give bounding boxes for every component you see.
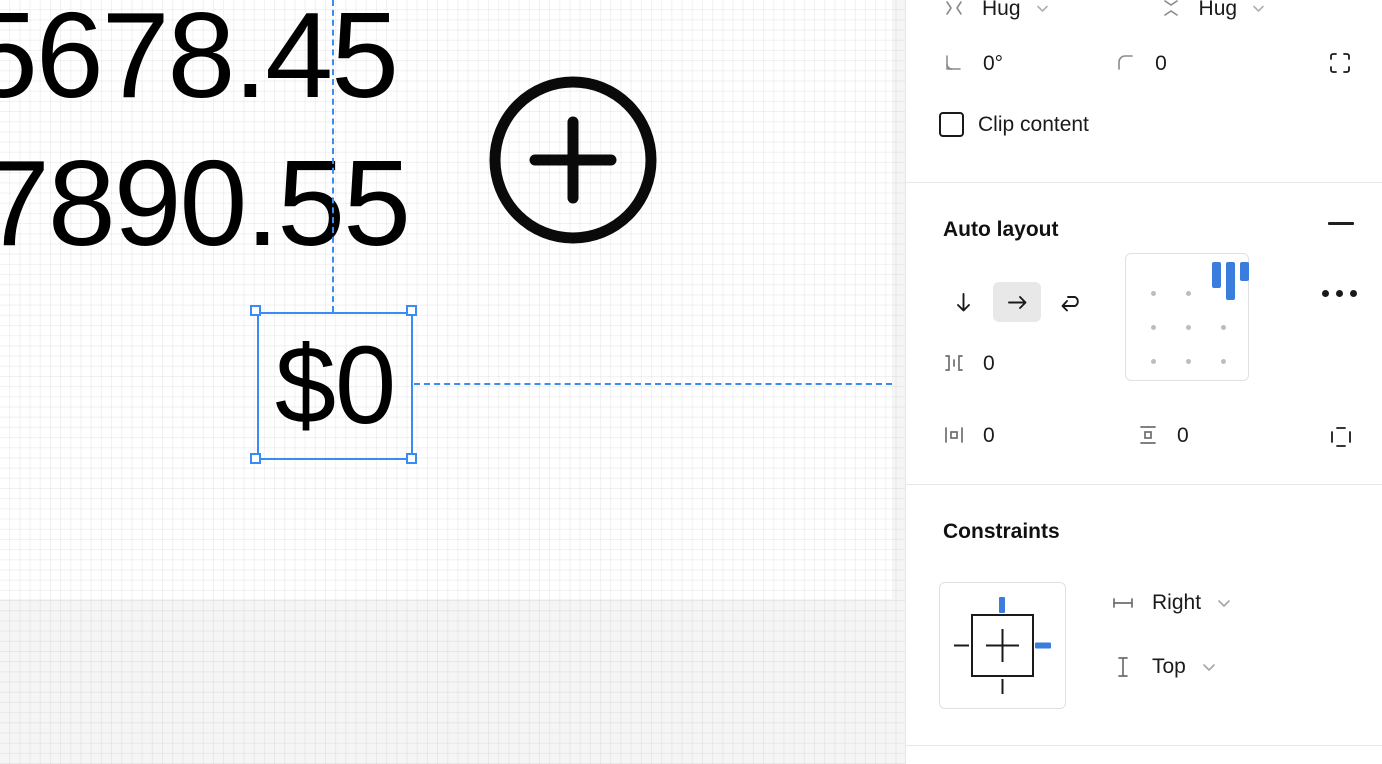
corner-radius-icon — [1111, 48, 1141, 78]
rotation-angle-icon — [939, 48, 969, 78]
vertical-constraint-value: Top — [1152, 655, 1186, 678]
layout-direction-group — [939, 282, 1095, 322]
vertical-constraint-field[interactable]: Top — [1108, 652, 1218, 682]
constraints-title: Constraints — [943, 520, 1060, 543]
clip-content-checkbox[interactable] — [939, 112, 964, 137]
clip-content-label: Clip content — [978, 112, 1089, 136]
align-dot[interactable] — [1186, 291, 1191, 296]
align-dot[interactable] — [1221, 359, 1226, 364]
rotation-field[interactable]: 0° — [939, 48, 1003, 78]
vertical-constraint-icon — [1108, 652, 1138, 682]
resize-handle-top-right[interactable] — [406, 305, 417, 316]
width-value: Hug — [982, 0, 1021, 20]
vertical-padding-value: 0 — [1177, 423, 1189, 447]
clip-content-row[interactable]: Clip content — [939, 112, 1089, 137]
align-dot[interactable] — [1151, 291, 1156, 296]
more-options-icon[interactable] — [1322, 290, 1357, 297]
gap-value: 0 — [983, 351, 995, 375]
independent-corners-icon[interactable] — [1325, 48, 1355, 78]
design-canvas[interactable]: 5678.45 7890.55 $0 — [0, 0, 905, 764]
auto-layout-section: Auto layout 0 0 0 — [906, 182, 1382, 484]
horizontal-padding-icon — [939, 420, 969, 450]
corner-radius-value: 0 — [1155, 51, 1167, 75]
wrap-arrow-icon[interactable] — [1047, 282, 1095, 322]
individual-padding-icon[interactable] — [1326, 422, 1356, 452]
align-dot[interactable] — [1186, 359, 1191, 364]
align-indicator-bar — [1240, 262, 1249, 281]
transform-row: 0° 0 — [906, 48, 1382, 78]
align-dot[interactable] — [1151, 359, 1156, 364]
rotation-value: 0° — [983, 51, 1004, 75]
align-dot[interactable] — [1186, 325, 1191, 330]
size-row: Hug Hug — [906, 0, 1382, 30]
horizontal-constraint-value: Right — [1152, 591, 1202, 614]
arrow-down-icon[interactable] — [939, 282, 987, 322]
alignment-guide-horizontal — [414, 383, 892, 385]
align-indicator-bar — [1226, 262, 1235, 300]
auto-layout-title: Auto layout — [943, 218, 1059, 241]
chevron-down-icon[interactable] — [1200, 658, 1218, 676]
vertical-padding-field[interactable]: 0 — [1133, 420, 1189, 450]
width-field[interactable]: Hug — [939, 0, 1051, 23]
chevron-down-icon[interactable] — [1215, 594, 1233, 612]
constraints-widget[interactable] — [939, 582, 1066, 709]
properties-panel: Hug Hug 0° 0 Clip content Auto layout 0 … — [905, 0, 1382, 764]
chevron-down-icon[interactable] — [1034, 0, 1051, 17]
corner-radius-field[interactable]: 0 — [1111, 48, 1167, 78]
vertical-resize-icon — [1156, 0, 1186, 23]
horizontal-constraint-field[interactable]: Right — [1108, 588, 1233, 618]
resize-handle-top-left[interactable] — [250, 305, 261, 316]
height-value: Hug — [1198, 0, 1238, 20]
horizontal-padding-value: 0 — [983, 423, 995, 447]
alignment-grid[interactable] — [1125, 253, 1249, 381]
plus-circle-icon[interactable] — [487, 74, 659, 246]
gap-between-icon — [939, 348, 969, 378]
selected-text-node[interactable]: $0 — [258, 313, 412, 459]
alignment-guide-vertical — [332, 0, 334, 312]
minus-icon[interactable] — [1328, 222, 1354, 225]
constraints-section: Constraints Right Top — [906, 484, 1382, 745]
align-indicator-bar — [1212, 262, 1221, 288]
height-field[interactable]: Hug — [1156, 0, 1268, 23]
panel-divider — [906, 745, 1382, 746]
canvas-number-bottom[interactable]: 7890.55 — [0, 142, 411, 264]
align-dot[interactable] — [1151, 325, 1156, 330]
vertical-padding-icon — [1133, 420, 1163, 450]
canvas-number-top[interactable]: 5678.45 — [0, 0, 399, 116]
horizontal-constraint-icon — [1108, 588, 1138, 618]
horizontal-resize-icon — [939, 0, 969, 23]
resize-handle-bottom-right[interactable] — [406, 453, 417, 464]
arrow-right-icon[interactable] — [993, 282, 1041, 322]
horizontal-padding-field[interactable]: 0 — [939, 420, 995, 450]
chevron-down-icon[interactable] — [1250, 0, 1267, 17]
figma-editor-window: 5678.45 7890.55 $0 Hug Hug 0° 0 Clip con… — [0, 0, 1382, 764]
align-dot[interactable] — [1221, 325, 1226, 330]
resize-handle-bottom-left[interactable] — [250, 453, 261, 464]
gap-field[interactable]: 0 — [939, 348, 995, 378]
